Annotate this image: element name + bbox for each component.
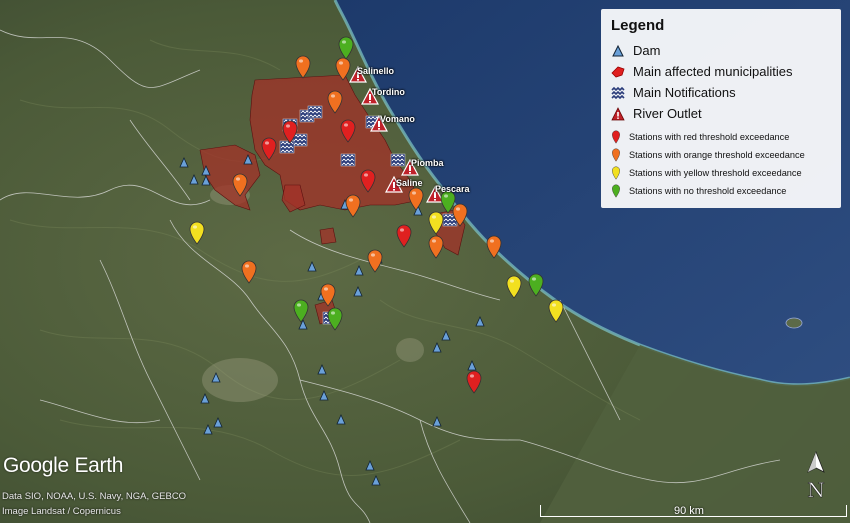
legend-label: Main affected municipalities [633, 64, 793, 79]
google-earth-logo: Google Earth [3, 454, 124, 477]
river-label-pescara: Pescara [435, 184, 470, 194]
legend-item-orange-stations: Stations with orange threshold exceedanc… [611, 146, 831, 164]
scale-label: 90 km [674, 505, 704, 517]
waves-icon [611, 86, 625, 99]
river-label-piomba: Piomba [411, 158, 444, 168]
river-label-saline: Saline [396, 178, 423, 188]
legend-label: Dam [633, 43, 661, 58]
legend-item-affected: Main affected municipalities [611, 61, 831, 82]
legend-label: Stations with orange threshold exceedanc… [629, 150, 805, 160]
island [785, 317, 803, 329]
red-pin-icon [612, 130, 620, 144]
legend-label: Stations with no threshold exceedance [629, 186, 787, 196]
river-label-salinello: Salinello [357, 66, 395, 76]
legend-label: Stations with yellow threshold exceedanc… [629, 168, 802, 178]
legend-panel: Legend Dam Main affected municipalities … [601, 9, 841, 208]
legend-label: Main Notifications [633, 85, 736, 100]
legend-label: River Outlet [633, 106, 702, 121]
north-arrow-icon: N [807, 450, 825, 502]
legend-item-yellow-stations: Stations with yellow threshold exceedanc… [611, 164, 831, 182]
legend-item-outlet: River Outlet [611, 103, 831, 124]
river-label-tordino: Tordino [372, 87, 405, 97]
legend-item-green-stations: Stations with no threshold exceedance [611, 182, 831, 200]
legend-title: Legend [611, 17, 665, 34]
river-label-vomano: Vomano [380, 114, 415, 124]
north-label: N [807, 478, 825, 502]
yellow-pin-icon [612, 166, 620, 180]
legend-item-notifications: Main Notifications [611, 82, 831, 103]
red-polygon-icon [611, 66, 625, 77]
credit-imagery: Image Landsat / Copernicus [2, 506, 121, 517]
dam-triangle-icon [612, 44, 624, 56]
orange-pin-icon [612, 148, 620, 162]
legend-item-red-stations: Stations with red threshold exceedance [611, 128, 831, 146]
legend-item-dam: Dam [611, 40, 831, 61]
warning-triangle-icon [611, 106, 625, 120]
credit-data: Data SIO, NOAA, U.S. Navy, NGA, GEBCO [2, 491, 187, 502]
legend-label: Stations with red threshold exceedance [629, 132, 790, 142]
green-pin-icon [612, 184, 620, 198]
